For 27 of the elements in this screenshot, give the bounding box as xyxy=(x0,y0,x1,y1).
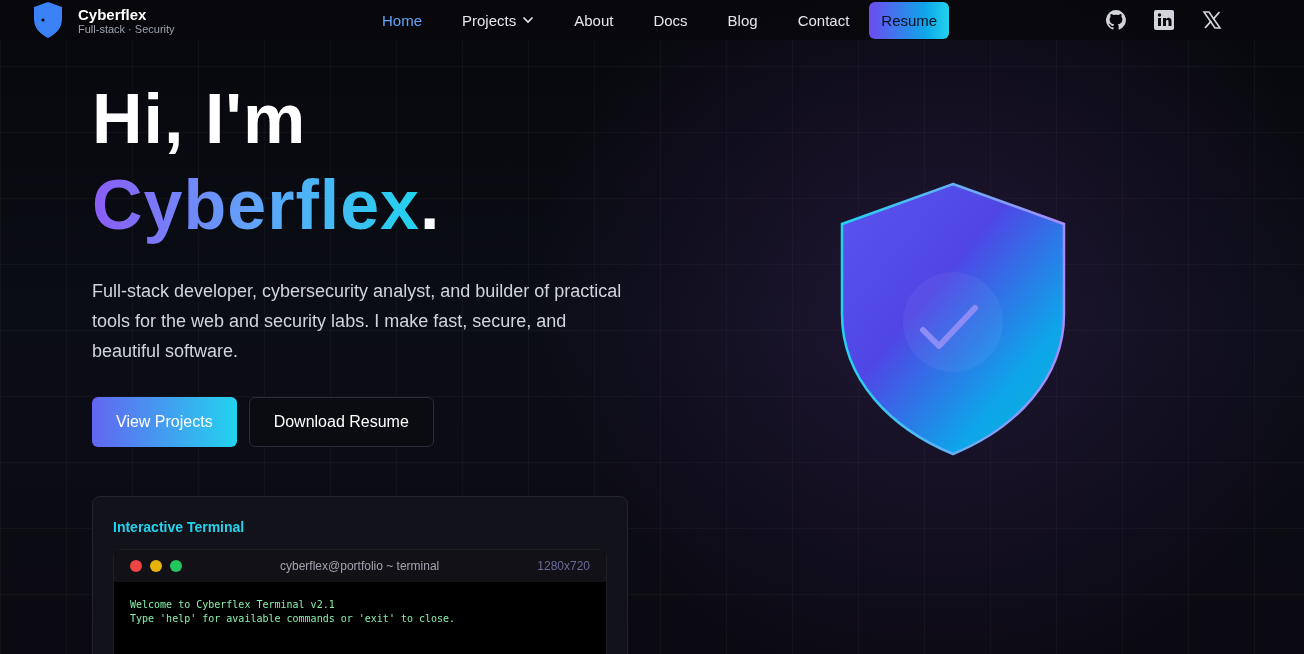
download-resume-button[interactable]: Download Resume xyxy=(248,397,434,447)
x-icon[interactable] xyxy=(1202,10,1222,30)
terminal-line: Welcome to Cyberflex Terminal v2.1 xyxy=(130,598,336,612)
nav-link[interactable]: Docs xyxy=(633,3,708,37)
terminal-size: 1280x720 xyxy=(537,559,590,573)
brand-name: Cyberflex xyxy=(78,5,148,23)
nav-link[interactable]: Home xyxy=(362,3,442,37)
hero-greeting: Hi, I'm xyxy=(92,79,308,160)
close-light-icon[interactable] xyxy=(130,560,142,572)
linkedin-icon[interactable] xyxy=(1154,10,1174,30)
nav-dropdown[interactable]: Projects xyxy=(442,3,555,37)
brand-tagline: Full-stack · Security xyxy=(78,22,175,35)
hero-name-period: . xyxy=(420,166,441,244)
minimize-light-icon[interactable] xyxy=(150,560,162,572)
terminal-window[interactable]: cyberflex@portfolio ~ terminal 1280x720 Welcome to Cyberflex Terminal v2.1 Type 'help' for available commands or 'exit' to close. xyxy=(113,549,607,654)
nav-link[interactable]: Blog xyxy=(707,3,778,37)
hero-intro: Full-stack developer, cybersecurity analyst, and builder of practical tools for the web and security labs. I make fast, secure, and beautiful software. xyxy=(92,280,623,363)
view-projects-button[interactable]: View Projects xyxy=(92,397,237,447)
resume-button[interactable]: Resume xyxy=(869,1,950,39)
maximize-light-icon[interactable] xyxy=(170,560,182,572)
terminal-heading: Interactive Terminal xyxy=(113,519,246,535)
nav-link[interactable]: Contact xyxy=(777,3,870,37)
terminal-line: Type 'help' for available commands or 'exit' to close. xyxy=(130,612,457,626)
github-icon[interactable] xyxy=(1106,10,1126,30)
chevron-icon xyxy=(522,16,535,24)
terminal-title: cyberflex@portfolio ~ terminal xyxy=(279,559,441,573)
nav-link[interactable]: About xyxy=(554,3,634,37)
